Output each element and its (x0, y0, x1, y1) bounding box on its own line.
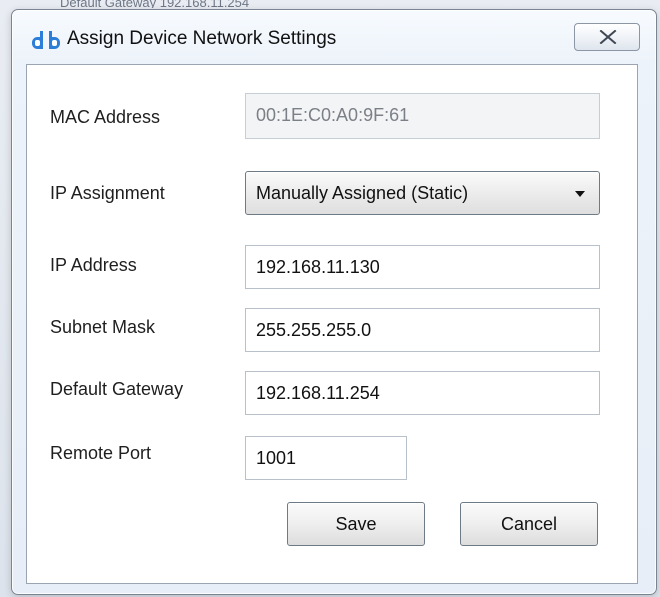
default-gateway-field[interactable]: 192.168.11.254 (245, 371, 600, 415)
close-icon (599, 30, 617, 44)
ip-assignment-dropdown[interactable]: Manually Assigned (Static) (245, 171, 600, 215)
subnet-mask-label: Subnet Mask (50, 317, 156, 337)
ip-address-label: IP Address (50, 255, 137, 275)
title-bar[interactable]: Assign Device Network Settings (12, 10, 656, 64)
cancel-button[interactable]: Cancel (460, 502, 598, 546)
save-button[interactable]: Save (287, 502, 425, 546)
dialog-window: Assign Device Network Settings MAC Addre… (11, 9, 657, 595)
close-button[interactable] (574, 23, 640, 51)
subnet-mask-field[interactable]: 255.255.255.0 (245, 308, 600, 352)
mac-address-label: MAC Address (50, 107, 161, 127)
default-gateway-label: Default Gateway (50, 379, 184, 399)
window-title: Assign Device Network Settings (67, 28, 337, 49)
remote-port-label: Remote Port (50, 443, 152, 463)
chevron-down-icon (575, 191, 585, 197)
dialog-content: MAC Address 00:1E:C0:A0:9F:61 IP Assignm… (26, 64, 638, 584)
ip-assignment-label: IP Assignment (50, 183, 165, 203)
remote-port-field[interactable]: 1001 (245, 436, 407, 480)
mac-address-field: 00:1E:C0:A0:9F:61 (245, 93, 600, 139)
ip-address-field[interactable]: 192.168.11.130 (245, 245, 600, 289)
background-partial-text: Default Gateway 192.168.11.254 (60, 0, 250, 8)
db-app-icon (32, 31, 60, 49)
ip-assignment-selected-value: Manually Assigned (Static) (256, 183, 469, 203)
